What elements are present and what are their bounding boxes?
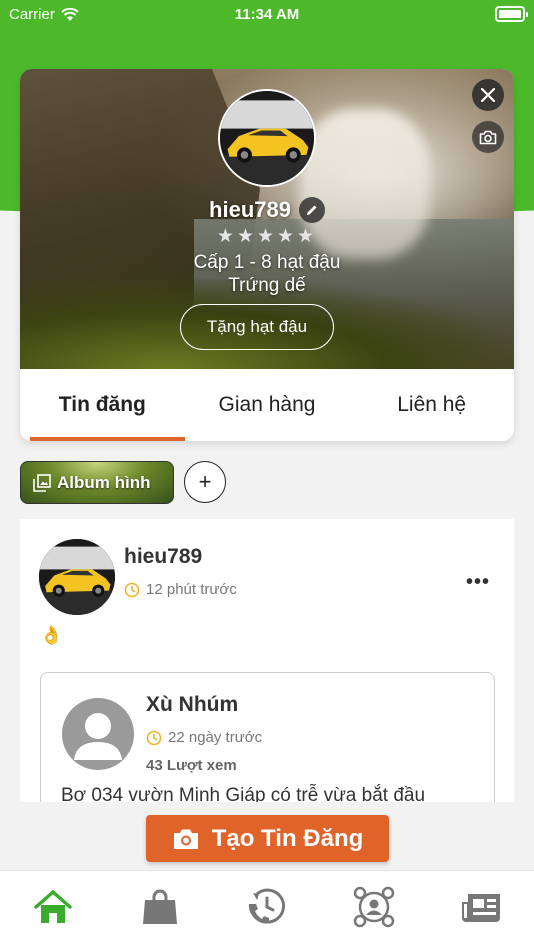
shared-author-avatar[interactable] xyxy=(62,698,134,770)
post-time: 12 phút trước xyxy=(124,581,237,598)
more-options-button[interactable]: ••• xyxy=(466,571,490,594)
clock-icon xyxy=(124,582,140,597)
car-image xyxy=(39,539,115,615)
rating-stars: ★★★★★ xyxy=(216,226,318,247)
tab-posts[interactable]: Tin đăng xyxy=(20,369,185,441)
post-card: hieu789 12 phút trước ••• 👌 Xù Nhúm 22 n… xyxy=(20,519,514,802)
news-icon xyxy=(461,893,500,922)
profile-avatar[interactable] xyxy=(218,89,316,187)
nav-network[interactable] xyxy=(320,871,427,950)
home-icon xyxy=(34,889,73,923)
profile-tabs: Tin đăng Gian hàng Liên hệ xyxy=(20,369,514,441)
post-author-avatar[interactable] xyxy=(39,539,115,615)
close-icon xyxy=(481,88,495,102)
user-rank: Trứng dế xyxy=(228,275,306,296)
username-row: hieu789 xyxy=(20,197,514,223)
profile-card: hieu789 ★★★★★ Cấp 1 - 8 hạt đậu Trứng dế… xyxy=(20,69,514,441)
post-author-name[interactable]: hieu789 xyxy=(124,545,202,569)
user-placeholder-icon xyxy=(62,698,134,770)
create-post-button[interactable]: Tạo Tin Đăng xyxy=(146,815,389,862)
close-button[interactable] xyxy=(472,79,504,111)
album-button[interactable]: Album hình xyxy=(20,461,174,504)
post-time-label: 12 phút trước xyxy=(146,581,237,598)
pencil-icon xyxy=(306,205,317,215)
phone-history-icon xyxy=(248,888,286,924)
status-bar: Carrier 11:34 AM xyxy=(0,0,534,30)
change-cover-button[interactable] xyxy=(472,121,504,153)
car-image xyxy=(220,91,314,185)
nav-home[interactable] xyxy=(0,871,107,950)
shared-post-text: Bơ 034 vườn Minh Giáp có trễ vừa bắt đầu xyxy=(61,785,426,802)
gallery-icon xyxy=(33,473,51,492)
shopping-bag-icon xyxy=(143,889,178,924)
create-post-label: Tạo Tin Đăng xyxy=(211,824,364,852)
camera-icon xyxy=(173,829,198,849)
nav-news[interactable] xyxy=(427,871,534,950)
battery-icon xyxy=(495,6,528,22)
camera-icon xyxy=(479,130,497,144)
bottom-nav xyxy=(0,870,534,950)
shared-author-name[interactable]: Xù Nhúm xyxy=(146,693,238,717)
shared-time-label: 22 ngày trước xyxy=(168,729,263,746)
shared-post[interactable]: Xù Nhúm 22 ngày trước 43 Lượt xem Bơ 034… xyxy=(40,672,495,802)
profile-username: hieu789 xyxy=(209,197,291,222)
add-album-button[interactable]: + xyxy=(184,461,226,503)
clock: 11:34 AM xyxy=(234,6,300,23)
network-icon xyxy=(353,886,395,927)
nav-shop[interactable] xyxy=(107,871,214,950)
shared-post-time: 22 ngày trước xyxy=(146,729,262,746)
tab-shop[interactable]: Gian hàng xyxy=(185,369,350,441)
album-label: Album hình xyxy=(57,472,151,492)
post-content: 👌 xyxy=(40,625,63,645)
edit-profile-button[interactable] xyxy=(298,197,325,223)
cover-photo: hieu789 ★★★★★ Cấp 1 - 8 hạt đậu Trứng dế… xyxy=(20,69,514,369)
gift-beans-button[interactable]: Tặng hạt đậu xyxy=(180,304,334,350)
shared-view-count: 43 Lượt xem xyxy=(146,757,237,774)
tab-contact[interactable]: Liên hệ xyxy=(349,369,514,441)
clock-icon xyxy=(146,730,162,745)
nav-call-history[interactable] xyxy=(214,871,321,950)
user-level: Cấp 1 - 8 hạt đậu xyxy=(193,252,341,273)
